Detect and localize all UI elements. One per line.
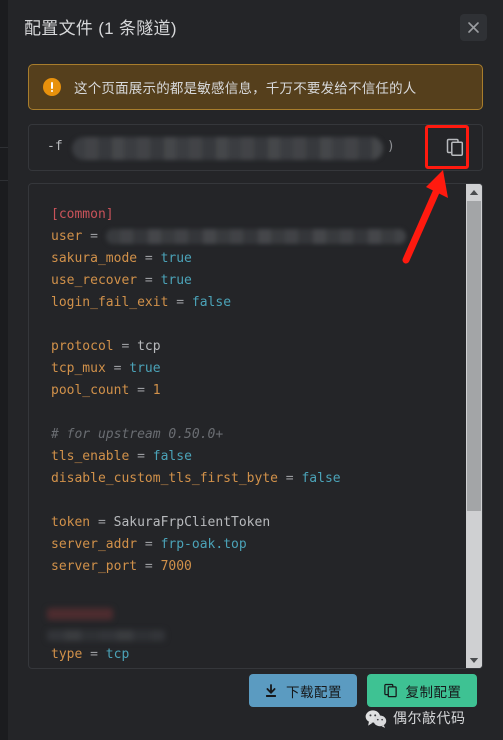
close-icon (468, 22, 479, 33)
config-value: frp-oak.top (160, 537, 247, 552)
config-value: tcp (105, 647, 130, 662)
config-equals: = (129, 449, 153, 464)
config-line: server_addr = frp-oak.top (51, 534, 406, 556)
config-line: disable_custom_tls_first_byte = false (51, 468, 406, 490)
config-value: false (191, 295, 232, 310)
config-line (51, 402, 406, 424)
scroll-up-button[interactable] (466, 184, 482, 200)
config-line: pool_count = 1 (51, 380, 406, 402)
config-key: pool_count (51, 383, 130, 398)
watermark: 偶尔敲代码 (365, 708, 466, 728)
config-line (51, 578, 406, 600)
close-button[interactable] (460, 14, 487, 41)
code-scrollbar[interactable] (466, 184, 482, 668)
command-prefix: -f (47, 139, 63, 154)
config-key: tls_enable (51, 449, 130, 464)
redacted-config-line (47, 630, 165, 641)
download-icon (266, 683, 276, 697)
config-equals: = (82, 229, 106, 244)
config-equals: = (90, 515, 114, 530)
config-key: user (51, 229, 83, 244)
config-line: user = (51, 226, 406, 248)
config-line: tcp_mux = true (51, 358, 406, 380)
redacted-section-header (47, 608, 113, 620)
copy-config-label: 复制配置 (405, 684, 462, 700)
config-key: tcp_mux (51, 361, 106, 376)
watermark-text: 偶尔敲代码 (393, 710, 466, 726)
config-line: [common] (51, 204, 406, 226)
copy-command-button[interactable] (436, 128, 474, 166)
config-value: true (160, 251, 192, 266)
config-key: server_port (51, 559, 138, 574)
alert-circle-icon (43, 78, 61, 96)
config-value: 7000 (160, 559, 192, 574)
config-value: SakuraFrpClientToken (113, 515, 271, 530)
scrollbar-thumb[interactable] (467, 201, 481, 511)
config-key: disable_custom_tls_first_byte (51, 471, 278, 486)
dialog-header: 配置文件 (1 条隧道) (8, 0, 503, 55)
config-section-name: [common] (51, 207, 114, 222)
config-value: false (301, 471, 341, 486)
config-equals: = (105, 361, 130, 376)
download-config-button[interactable]: 下载配置 (249, 674, 357, 707)
config-equals: = (137, 251, 161, 266)
config-value: tcp (137, 339, 161, 354)
config-value: 1 (152, 383, 161, 398)
wechat-icon (365, 709, 387, 728)
config-equals: = (82, 647, 106, 662)
config-line: # for upstream 0.50.0+ (51, 424, 406, 446)
config-key: token (51, 515, 91, 530)
config-line (51, 490, 406, 512)
command-suffix: ) (387, 139, 395, 154)
config-equals: = (277, 471, 302, 486)
command-field[interactable]: -f ) (28, 124, 483, 171)
config-line: token = SakuraFrpClientToken (51, 512, 406, 534)
copy-config-button[interactable]: 复制配置 (367, 674, 477, 707)
config-line: sakura_mode = true (51, 248, 406, 270)
config-equals: = (137, 273, 161, 288)
config-line: server_port = 7000 (51, 556, 406, 578)
config-line: use_recover = true (51, 270, 406, 292)
config-equals: = (137, 559, 161, 574)
config-key: sakura_mode (51, 251, 138, 266)
config-value: true (129, 361, 161, 376)
dialog-footer: 下载配置 复制配置 (8, 670, 503, 740)
warning-text: 这个页面展示的都是敏感信息，千万不要发给不信任的人 (74, 81, 417, 96)
redacted-value (105, 229, 406, 244)
config-equals: = (168, 295, 192, 310)
config-code-text: [common] user = sakura_mode = true use_rec… (51, 204, 406, 666)
config-key: server_addr (51, 537, 138, 552)
config-value: false (152, 449, 192, 464)
copy-icon (446, 138, 464, 156)
download-config-label: 下载配置 (286, 684, 342, 700)
config-line: type = tcp (51, 644, 406, 666)
config-line: protocol = tcp (51, 336, 406, 358)
config-equals: = (113, 339, 138, 354)
chevron-up-icon (469, 189, 479, 195)
config-key: login_fail_exit (51, 295, 169, 310)
config-line: tls_enable = false (51, 446, 406, 468)
config-file-dialog: 配置文件 (1 条隧道) 这个页面展示的都是敏感信息，千万不要发给不信任的人 -… (8, 0, 503, 740)
chevron-down-icon (469, 657, 479, 663)
config-comment: # for upstream 0.50.0+ (51, 427, 224, 442)
config-line: login_fail_exit = false (51, 292, 406, 314)
config-line (51, 314, 406, 336)
config-key: use_recover (51, 273, 138, 288)
config-equals: = (137, 537, 161, 552)
page-title: 配置文件 (1 条隧道) (24, 19, 177, 38)
config-key: type (51, 647, 83, 662)
config-equals: = (129, 383, 153, 398)
scroll-down-button[interactable] (466, 652, 482, 668)
config-code-viewer[interactable]: [common] user = sakura_mode = true use_rec… (28, 183, 483, 669)
config-key: protocol (51, 339, 114, 354)
copy-icon (383, 683, 397, 698)
redacted-path (72, 137, 383, 160)
sensitive-info-warning: 这个页面展示的都是敏感信息，千万不要发给不信任的人 (28, 64, 483, 110)
config-value: true (160, 273, 192, 288)
